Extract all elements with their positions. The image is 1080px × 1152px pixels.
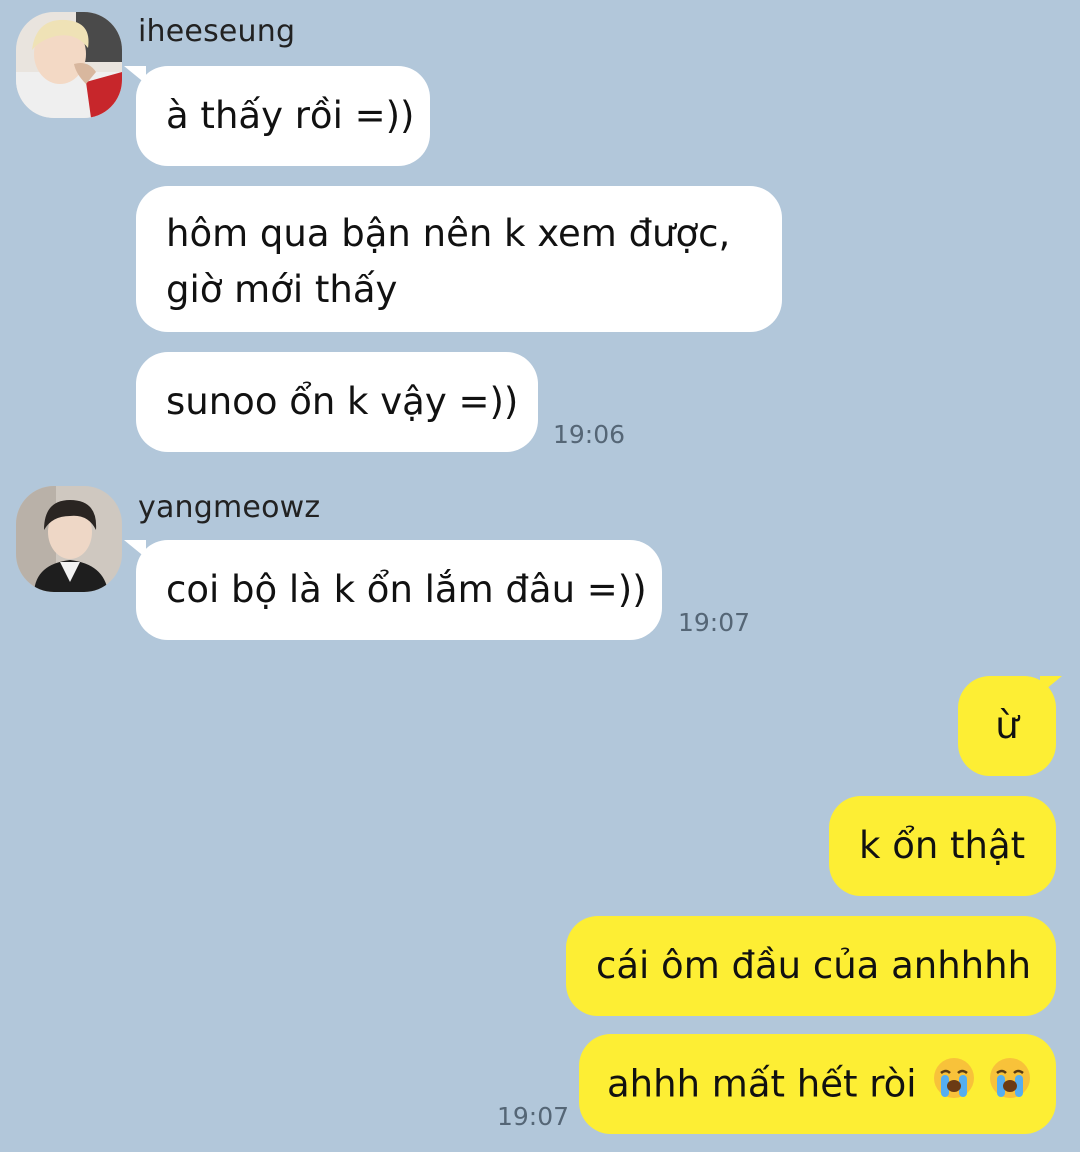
avatar-yangmeowz[interactable] [16,486,122,592]
message-bubble-incoming[interactable]: sunoo ổn k vậy =)) [136,352,538,452]
message-text: coi bộ là k ổn lắm đâu =)) [166,568,647,611]
message-text: ahhh mất hết ròi [607,1062,917,1106]
avatar-photo-icon [16,12,122,118]
message-timestamp: 19:07 [678,608,751,637]
chat-view: iheeseung à thấy rồi =)) hôm qua bận nên… [0,0,1080,1152]
message-text: cái ôm đầu của anhhhh [596,944,1032,987]
message-text-line: giờ mới thấy [166,268,398,311]
avatar-photo-icon [16,486,122,592]
message-timestamp: 19:07 [497,1102,570,1131]
message-bubble-outgoing[interactable]: cái ôm đầu của anhhhh [566,916,1056,1016]
message-text: ừ [995,704,1019,747]
message-bubble-outgoing[interactable]: ahhh mất hết ròi [579,1034,1056,1134]
message-text: à thấy rồi =)) [166,94,415,137]
message-bubble-incoming[interactable]: coi bộ là k ổn lắm đâu =)) [136,540,662,640]
message-bubble-outgoing[interactable]: k ổn thật [829,796,1056,896]
message-bubble-incoming[interactable]: hôm qua bận nên k xem được, giờ mới thấy [136,186,782,332]
message-text-line: hôm qua bận nên k xem được, [166,212,731,255]
message-bubble-outgoing[interactable]: ừ [958,676,1056,776]
avatar-iheeseung[interactable] [16,12,122,118]
sender-name-iheeseung: iheeseung [138,14,296,49]
crying-face-icon [988,1056,1032,1116]
message-bubble-incoming[interactable]: à thấy rồi =)) [136,66,430,166]
sender-name-yangmeowz: yangmeowz [138,490,321,525]
message-timestamp: 19:06 [553,420,626,449]
message-text: k ổn thật [859,824,1026,867]
message-text: sunoo ổn k vậy =)) [166,380,519,423]
crying-face-icon [932,1056,976,1116]
